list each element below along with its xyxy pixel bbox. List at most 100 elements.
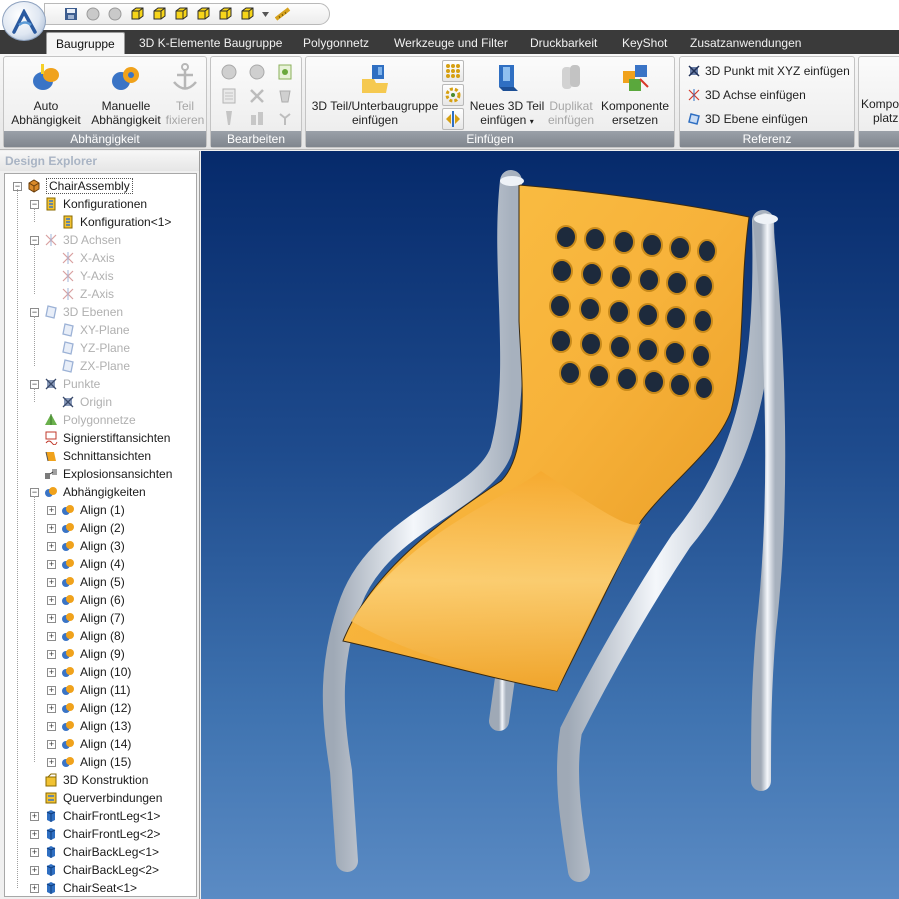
hide-icon[interactable]: [276, 87, 294, 105]
tree-node[interactable]: + Align (11): [47, 681, 130, 699]
expand-icon[interactable]: +: [47, 505, 56, 515]
tree-node[interactable]: + Align (3): [47, 537, 125, 555]
tree-node[interactable]: + Align (5): [47, 573, 125, 591]
teil-fixieren-button[interactable]: Teil fixieren: [164, 61, 206, 127]
tree-node[interactable]: + ChairBackLeg<1>: [30, 843, 159, 861]
3d-viewport[interactable]: [201, 151, 899, 899]
expand-icon[interactable]: +: [30, 811, 39, 821]
expand-icon[interactable]: +: [30, 865, 39, 875]
chair-model[interactable]: [201, 151, 899, 899]
tab-werkzeuge-und-filter[interactable]: Werkzeuge und Filter: [385, 32, 517, 54]
expand-icon[interactable]: +: [47, 559, 56, 569]
tree-node[interactable]: Explosionsansichten: [30, 465, 172, 483]
tree-node[interactable]: Origin: [47, 393, 112, 411]
redo-icon[interactable]: [107, 6, 123, 22]
tree-node[interactable]: ZX-Plane: [47, 357, 130, 375]
komponente-ersetzen-button[interactable]: Komponente ersetzen: [598, 61, 672, 127]
tab-baugruppe[interactable]: Baugruppe: [46, 32, 125, 54]
view-cube-left-icon[interactable]: [173, 6, 189, 22]
tree-node[interactable]: Querverbindungen: [30, 789, 162, 807]
mirror-icon[interactable]: [220, 109, 238, 127]
expand-icon[interactable]: +: [47, 739, 56, 749]
circular-pattern-button[interactable]: [442, 84, 464, 106]
tree-node[interactable]: + Align (4): [47, 555, 125, 573]
tree-node[interactable]: Schnittansichten: [30, 447, 151, 465]
right-back-frame-tube[interactable]: [751, 213, 786, 791]
tree-node[interactable]: + ChairFrontLeg<2>: [30, 825, 160, 843]
manuelle-abhaengigkeit-button[interactable]: Manuelle Abhängigkeit: [86, 61, 166, 127]
expand-icon[interactable]: +: [30, 847, 39, 857]
expand-icon[interactable]: +: [47, 703, 56, 713]
view-cube-front-icon[interactable]: [129, 6, 145, 22]
expand-icon[interactable]: +: [47, 631, 56, 641]
pattern-icon[interactable]: [248, 109, 266, 127]
dropdown-arrow-icon[interactable]: [261, 6, 269, 22]
expand-icon[interactable]: +: [47, 667, 56, 677]
tree-node[interactable]: + ChairFrontLeg<1>: [30, 807, 160, 825]
tab-keyshot[interactable]: KeyShot: [613, 32, 676, 54]
tree-node[interactable]: + Align (2): [47, 519, 125, 537]
tree-node[interactable]: −3D Achsen: [30, 231, 121, 249]
tab-3d-k-elemente-baugruppe[interactable]: 3D K-Elemente Baugruppe: [130, 32, 291, 54]
expand-icon[interactable]: +: [30, 883, 39, 893]
tree-node[interactable]: + ChairBackLeg<2>: [30, 861, 159, 879]
unsuppress-icon[interactable]: [248, 63, 266, 81]
teil-unterbaugruppe-einfuegen-button[interactable]: 3D Teil/Unterbaugruppe einfügen: [308, 61, 442, 127]
tree-node[interactable]: − Punkte: [30, 375, 100, 393]
view-cube-top-icon[interactable]: [217, 6, 233, 22]
tree-node[interactable]: + Align (13): [47, 717, 131, 735]
tree-node[interactable]: Signierstiftansichten: [30, 429, 170, 447]
tree-node[interactable]: − Abhängigkeiten: [30, 483, 146, 501]
tree-node[interactable]: + Align (15): [47, 753, 131, 771]
expand-icon[interactable]: +: [47, 523, 56, 533]
auto-abhaengigkeit-button[interactable]: Auto Abhängigkeit: [8, 61, 84, 127]
tree-node[interactable]: + Align (12): [47, 699, 131, 717]
expand-icon[interactable]: +: [47, 649, 56, 659]
tree-node[interactable]: + Align (14): [47, 735, 131, 753]
tree-node[interactable]: X-Axis: [47, 249, 115, 267]
measure-icon[interactable]: [275, 6, 291, 22]
3d-ebene-einfuegen-button[interactable]: 3D Ebene einfügen: [688, 110, 808, 128]
tree-node[interactable]: Polygonnetze: [30, 411, 136, 429]
3d-punkt-einfuegen-button[interactable]: 3D Punkt mit XYZ einfügen: [688, 62, 850, 80]
tree-node[interactable]: Konfiguration<1>: [47, 213, 171, 231]
tree-node[interactable]: + Align (9): [47, 645, 125, 663]
save-icon[interactable]: [63, 6, 79, 22]
tab-druckbarkeit[interactable]: Druckbarkeit: [521, 32, 606, 54]
tree-node[interactable]: −3D Ebenen: [30, 303, 123, 321]
tree-node[interactable]: 3D Konstruktion: [30, 771, 148, 789]
move-icon[interactable]: [276, 109, 294, 127]
tree-node[interactable]: − ChairAssembly: [13, 177, 133, 195]
pattern-grid-button[interactable]: [442, 60, 464, 82]
3d-achse-einfuegen-button[interactable]: 3D Achse einfügen: [688, 86, 806, 104]
tree-node[interactable]: + Align (1): [47, 501, 125, 519]
komponente-platzieren-button[interactable]: Kompo platz: [861, 97, 899, 125]
tab-polygonnetz[interactable]: Polygonnetz: [294, 32, 378, 54]
expand-icon[interactable]: +: [47, 721, 56, 731]
application-menu-button[interactable]: [2, 1, 46, 41]
duplikat-einfuegen-button[interactable]: Duplikat einfügen: [546, 61, 596, 127]
neues-3d-teil-einfuegen-button[interactable]: Neues 3D Teil einfügen ▾: [468, 61, 546, 129]
expand-icon[interactable]: +: [47, 685, 56, 695]
tree-node[interactable]: + Align (7): [47, 609, 125, 627]
expand-icon[interactable]: +: [30, 829, 39, 839]
tree-node[interactable]: Z-Axis: [47, 285, 114, 303]
tree-node[interactable]: Y-Axis: [47, 267, 114, 285]
tree-node[interactable]: + Align (10): [47, 663, 131, 681]
view-cube-back-icon[interactable]: [151, 6, 167, 22]
tree-node[interactable]: + ChairSeat<1>: [30, 879, 137, 896]
undo-icon[interactable]: [85, 6, 101, 22]
tab-zusatzanwendungen[interactable]: Zusatzanwendungen: [681, 32, 810, 54]
regenerate-icon[interactable]: [276, 63, 294, 81]
tree-node[interactable]: + Align (6): [47, 591, 125, 609]
view-cube-iso-icon[interactable]: [239, 6, 255, 22]
tree-node[interactable]: YZ-Plane: [47, 339, 130, 357]
tree-node[interactable]: + Align (8): [47, 627, 125, 645]
expand-icon[interactable]: +: [47, 541, 56, 551]
expand-icon[interactable]: +: [47, 757, 56, 767]
expand-icon[interactable]: +: [47, 595, 56, 605]
view-cube-right-icon[interactable]: [195, 6, 211, 22]
suppress-icon[interactable]: [220, 63, 238, 81]
tree-node[interactable]: XY-Plane: [47, 321, 130, 339]
mirror-component-button[interactable]: [442, 108, 464, 130]
